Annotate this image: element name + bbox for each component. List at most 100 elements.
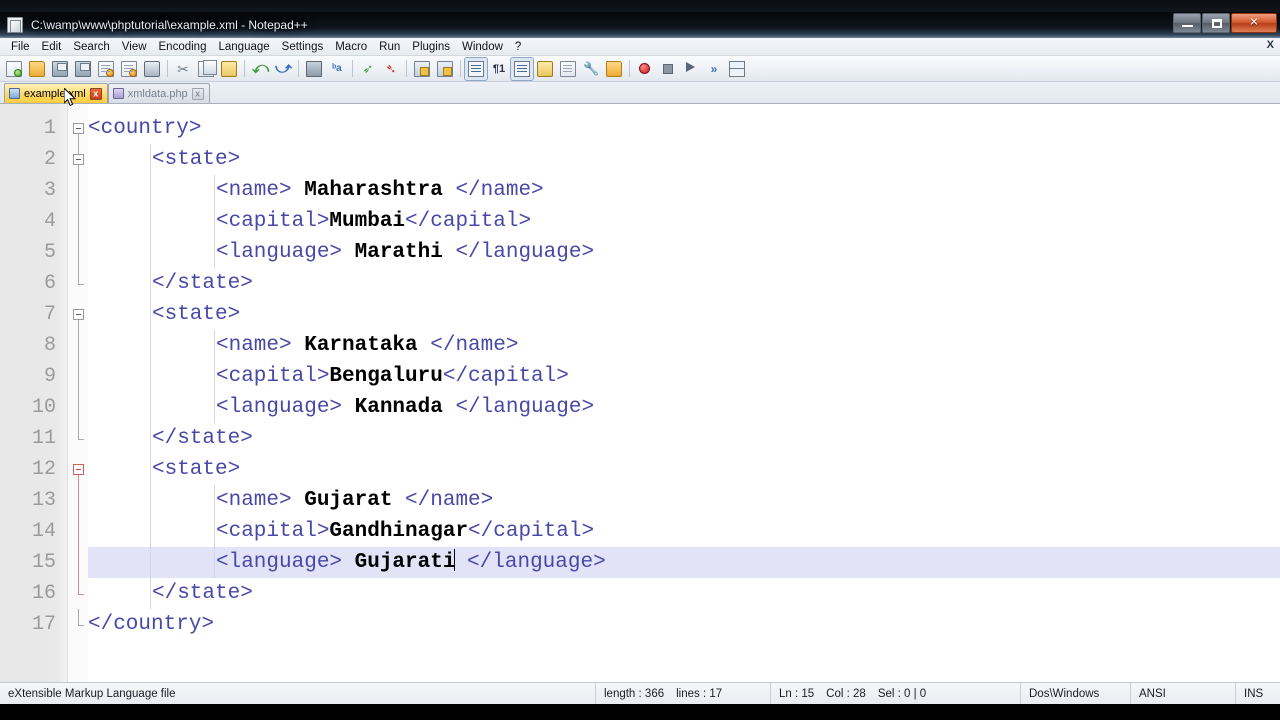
line-number: 2 [43,148,56,171]
undo-icon[interactable]: ⤺ [249,58,271,80]
xml-tag: <capital> [216,365,330,388]
open-file-icon[interactable] [26,58,48,80]
show-all-characters-icon[interactable]: ¶1 [488,58,510,80]
code-line[interactable]: <capital>Bengaluru</capital> [216,361,569,392]
menu-run[interactable]: Run [373,40,406,54]
tab-close-icon[interactable]: x [191,87,204,100]
menu-view[interactable]: View [116,40,153,54]
function-list-icon[interactable]: 🔧 [580,58,602,80]
code-line[interactable]: <name> Maharashtra </name> [216,175,544,206]
find-icon[interactable] [303,58,325,80]
print-icon[interactable] [141,58,163,80]
zoom-out-icon[interactable]: ➴ [380,58,402,80]
tab-xmldata-php[interactable]: xmldata.php x [107,83,210,103]
code-line[interactable]: <state> [152,299,240,330]
line-number: 7 [43,303,56,326]
code-line[interactable]: <country> [88,113,201,144]
code-line[interactable]: </state> [152,268,253,299]
replace-icon[interactable]: ᵇa [326,58,348,80]
xml-tag: <country> [88,117,202,140]
title-bar[interactable]: C:\wamp\www\phptutorial\example.xml - No… [0,12,1280,38]
fold-toggle-icon[interactable] [73,309,84,320]
fold-line [78,516,79,547]
menu-encoding[interactable]: Encoding [153,40,213,54]
stop-record-macro-icon[interactable] [657,58,679,80]
tab-example-xml[interactable]: example.xml x [4,83,108,103]
sync-vertical-scroll-icon[interactable] [411,58,433,80]
sync-horizontal-scroll-icon[interactable] [434,58,456,80]
xml-text-value: Karnataka [304,334,418,357]
user-defined-language-icon[interactable] [534,58,556,80]
folder-as-workspace-icon[interactable] [603,58,625,80]
save-icon[interactable] [49,58,71,80]
indent-guide [214,361,215,392]
menu-file[interactable]: File [5,40,36,54]
menu-window[interactable]: Window [456,40,509,54]
run-icon[interactable] [726,58,748,80]
code-editor[interactable]: 1 <country> 2 <state> 3 <name> Maharashtra </… [0,104,1280,682]
zoom-in-icon[interactable]: ➶ [357,58,379,80]
code-line[interactable]: <state> [152,454,240,485]
close-window-button[interactable]: ✕ [1231,13,1277,33]
menu-search[interactable]: Search [67,40,115,54]
restore-button[interactable] [1202,13,1230,33]
line-number: 12 [31,458,56,481]
xml-tag: <language> [216,396,355,419]
code-line[interactable]: </country> [88,609,214,640]
indent-guide [150,144,151,175]
status-lines: lines : 17 [676,687,723,700]
start-record-macro-icon[interactable] [634,58,656,80]
toolbar-separator [629,60,630,77]
xml-tag: <state> [152,303,241,326]
copy-icon[interactable] [195,58,217,80]
paste-icon[interactable] [218,58,240,80]
toolbar-separator [167,60,168,77]
document-map-icon[interactable] [557,58,579,80]
fold-line [78,485,79,516]
cut-icon[interactable]: ✂ [172,58,194,80]
toolbar: ✂ ⤺ ⤻ ᵇa ➶ ➴ ¶1 🔧 » [0,56,1280,82]
indent-guideline-icon[interactable] [510,56,534,81]
code-line[interactable]: <language> Gujarati </language> [216,547,606,578]
code-line[interactable]: </state> [152,423,253,454]
fold-toggle-icon[interactable] [73,154,84,165]
menu-language[interactable]: Language [212,40,275,54]
minimize-button[interactable] [1173,13,1201,33]
close-document-icon[interactable]: X [1267,39,1274,51]
fold-line [78,423,79,439]
fold-line [78,547,79,578]
code-line[interactable]: <capital>Gandhinagar</capital> [216,516,594,547]
toolbar-separator [352,60,353,77]
menu-settings[interactable]: Settings [276,40,330,54]
code-line[interactable]: <capital>Mumbai</capital> [216,206,531,237]
close-file-icon[interactable] [95,58,117,80]
code-line[interactable]: <name> Gujarat </name> [216,485,493,516]
menu-plugins[interactable]: Plugins [406,40,456,54]
run-macro-multiple-icon[interactable]: » [703,58,725,80]
new-file-icon[interactable] [3,58,25,80]
word-wrap-icon[interactable] [464,56,488,81]
indent-guide [214,237,215,268]
code-line[interactable]: <name> Karnataka </name> [216,330,518,361]
menu-help[interactable]: ? [509,40,527,54]
code-line[interactable]: <language> Marathi </language> [216,237,594,268]
fold-line [78,268,79,284]
close-all-files-icon[interactable] [118,58,140,80]
code-line[interactable]: </state> [152,578,253,609]
fold-end-tick [78,438,84,440]
code-line[interactable]: <language> Kannada </language> [216,392,594,423]
menu-macro[interactable]: Macro [329,40,373,54]
code-line[interactable]: <state> [152,144,240,175]
indent-guide [214,516,215,547]
tab-close-icon[interactable]: x [89,87,102,100]
menu-edit[interactable]: Edit [36,40,68,54]
indent-guide [150,268,151,299]
status-length: length : 366 [604,687,665,700]
save-all-icon[interactable] [72,58,94,80]
fold-toggle-icon[interactable] [73,464,84,475]
xml-tag: </state> [152,427,253,450]
playback-macro-icon[interactable] [680,58,702,80]
xml-tag: </name> [442,179,544,202]
fold-toggle-icon[interactable] [73,123,84,134]
redo-icon[interactable]: ⤻ [272,58,294,80]
